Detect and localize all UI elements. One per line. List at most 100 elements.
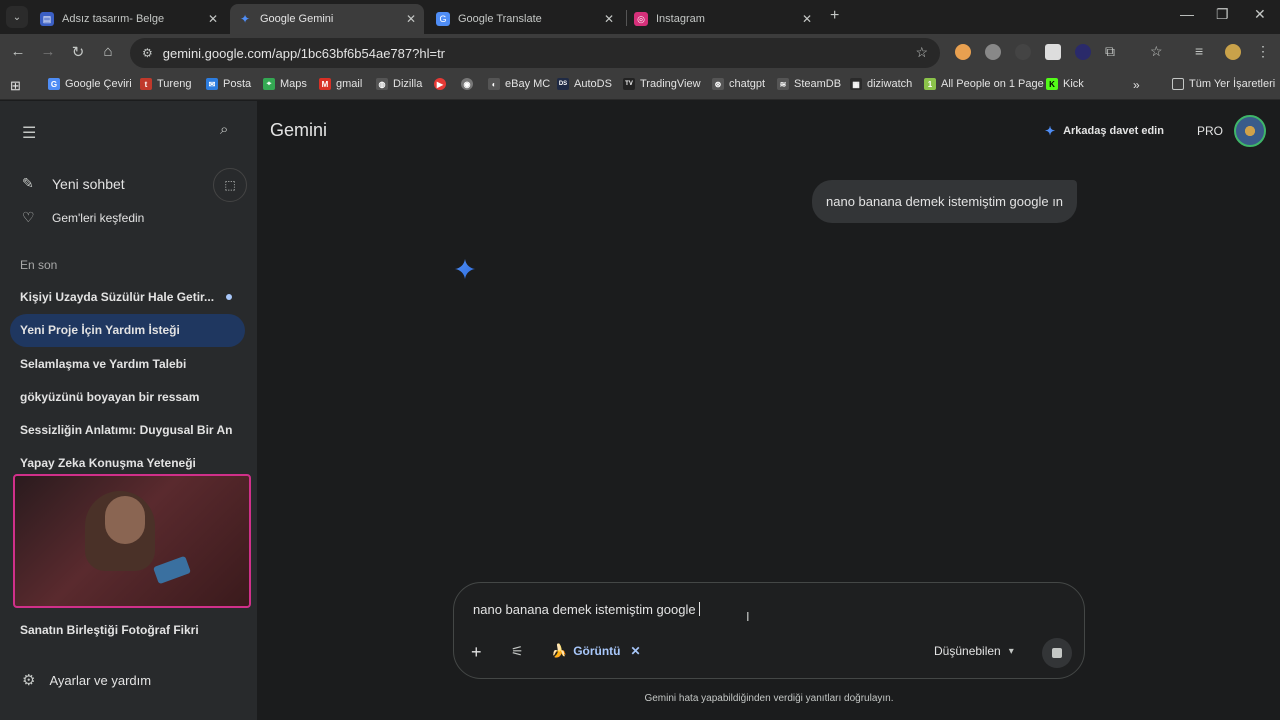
menu-icon[interactable]: ☰ [22,123,36,143]
bookmark-item[interactable]: ⊛ chatgpt [712,78,765,90]
close-icon[interactable]: ✕ [802,12,812,26]
stop-button[interactable] [1042,638,1072,668]
apps-icon[interactable]: ⊞ [10,78,21,94]
all-bookmarks-folder[interactable]: Tüm Yer İşaretleri [1172,78,1275,90]
threads-bookmark[interactable]: ◉ [461,78,478,90]
bookmark-item[interactable]: 1 All People on 1 Page [924,78,1044,90]
bookmark-item[interactable]: t Tureng [140,78,191,90]
recent-chat-item[interactable]: Yapay Zeka Konuşma Yeteneği [20,456,196,470]
tab-docs[interactable]: ▤ Adsız tasarım- Belge ✕ [32,4,226,34]
bookmarks-bar: ⊞ G Google Çeviri t Tureng ✉ Posta ⌖ Maps Mg… [0,72,1280,100]
bookmark-item[interactable]: ≋ SteamDB [777,78,841,90]
image-tool-chip[interactable]: 🍌 Görüntü ✕ [551,643,641,659]
recent-chat-item[interactable]: gökyüzünü boyayan bir ressam [20,390,199,404]
bookmark-manager-icon[interactable]: ☆ [1150,43,1163,60]
tools-icon[interactable]: ⚟ [511,643,524,660]
recent-chat-item[interactable]: Sanatın Birleştiği Fotoğraf Fikri [20,623,199,637]
site-info-icon[interactable]: ⚙ [142,46,153,60]
bookmark-item[interactable]: ◍ Dizilla [376,78,422,90]
bookmark-label: Maps [280,78,307,90]
bookmark-item[interactable]: K Kick [1046,78,1084,90]
tab-title: Instagram [656,13,705,25]
bookmark-label: SteamDB [794,78,842,90]
bookmark-item[interactable]: Mgmail [319,78,362,90]
prompt-input[interactable]: nano banana demek istemiştim google [473,602,700,617]
model-mode-dropdown[interactable]: Düşünebilen ▾ [934,644,1014,658]
profile-icon[interactable] [1225,44,1241,60]
extension-icon[interactable] [955,44,971,60]
close-window-icon[interactable]: ✕ [1254,6,1266,23]
address-bar[interactable]: ⚙ gemini.google.com/app/1bc63bf6b54ae787… [130,38,940,68]
close-icon[interactable]: ✕ [604,12,614,26]
close-icon[interactable]: ✕ [406,12,416,26]
youtube-bookmark[interactable]: ▶ [434,78,451,90]
bookmark-icon: ◍ [376,78,388,90]
translate-icon: G [436,12,450,26]
bookmark-item[interactable]: ◐ eBay MC [488,78,550,90]
puzzle-icon[interactable]: ⧉ [1105,43,1115,60]
shield-icon[interactable] [1045,44,1061,60]
settings-label: Ayarlar ve yardım [49,672,152,688]
settings-help-button[interactable]: ⚙ Ayarlar ve yardım [22,671,151,689]
tab-translate[interactable]: G Google Translate ✕ [428,4,622,34]
banana-icon: 🍌 [551,643,568,658]
bookmarks-overflow-icon[interactable]: » [1133,78,1140,92]
home-icon[interactable]: ⌂ [98,43,118,60]
threads-icon: ◉ [461,78,473,90]
app-brand[interactable]: Gemini [270,120,327,141]
recent-chat-item[interactable]: Selamlaşma ve Yardım Talebi [20,357,186,371]
docs-icon: ▤ [40,12,54,26]
gem-heart-icon: ♡ [22,209,35,225]
instagram-icon: ◎ [634,12,648,26]
avatar[interactable] [1234,115,1266,147]
reload-icon[interactable]: ↻ [68,43,88,61]
disclaimer-text: Gemini hata yapabildiğinden verdiği yanı… [644,693,894,704]
recent-chat-item-active[interactable]: Yeni Proje İçin Yardım İsteği [20,323,180,337]
bookmark-item[interactable]: G Google Çeviri [48,78,132,90]
more-icon[interactable]: ⋮ [1256,43,1270,60]
minimize-icon[interactable]: — [1180,6,1194,22]
forward-icon[interactable]: → [38,43,58,60]
invite-friends-button[interactable]: ✦ Arkadaş davet edin [1045,124,1164,138]
extension-icon[interactable] [1075,44,1091,60]
back-icon[interactable]: ← [8,43,28,60]
tab-instagram[interactable]: ◎ Instagram ✕ [626,4,820,34]
browser-toolbar: ← → ↻ ⌂ ⚙ gemini.google.com/app/1bc63bf6… [0,34,1280,72]
bookmark-item[interactable]: ⌖ Maps [263,78,307,90]
new-chat-button[interactable]: ✎ Yeni sohbet [22,175,125,192]
webcam-overlay [13,474,251,608]
bookmark-icon: ⌖ [263,78,275,90]
tab-gemini[interactable]: ✦ Google Gemini ✕ [230,4,424,34]
new-tab-button[interactable]: + [830,7,839,25]
bookmark-icon: ✉ [206,78,218,90]
recent-chat-item[interactable]: Sessizliğin Anlatımı: Duygusal Bir An [20,423,232,437]
extension-icon[interactable] [1015,44,1031,60]
bookmark-item[interactable]: DS AutoDS [557,78,612,90]
tab-strip: ⌄ ▤ Adsız tasarım- Belge ✕ ✦ Google Gemi… [0,0,1280,34]
recent-chat-item[interactable]: Kişiyi Uzayda Süzülür Hale Getir... [20,290,214,304]
bookmark-item[interactable]: TV TradingView [623,78,701,90]
invite-label: Arkadaş davet edin [1063,125,1164,137]
bookmark-label: Dizilla [393,78,423,90]
temporary-chat-button[interactable]: ⬚ [213,168,247,202]
user-message-bubble: nano banana demek istemiştim google ın [812,180,1078,223]
close-icon[interactable]: ✕ [208,12,218,26]
bookmark-label: diziwatch [867,78,913,90]
edit-icon: ✎ [22,175,34,191]
bookmark-label: AutoDS [574,78,612,90]
explore-gems-button[interactable]: ♡ Gem'leri keşfedin [22,209,144,226]
close-icon[interactable]: ✕ [631,644,641,658]
extension-icon[interactable] [985,44,1001,60]
search-icon[interactable]: ⌕ [220,121,228,138]
bookmark-item[interactable]: ▦ diziwatch [850,78,912,90]
restore-icon[interactable]: ❐ [1216,6,1229,23]
bookmark-item[interactable]: ✉ Posta [206,78,251,90]
tab-title: Google Translate [458,13,542,25]
sidebar: ☰ ⌕ ✎ Yeni sohbet ⬚ ♡ Gem'leri keşfedin … [0,101,257,720]
tab-search-button[interactable]: ⌄ [6,6,28,28]
youtube-icon: ▶ [434,78,446,90]
bookmark-icon: ≋ [777,78,789,90]
add-attachment-button[interactable]: + [471,642,482,663]
reading-list-icon[interactable]: ≡ [1195,43,1203,59]
bookmark-star-icon[interactable]: ☆ [915,44,928,61]
